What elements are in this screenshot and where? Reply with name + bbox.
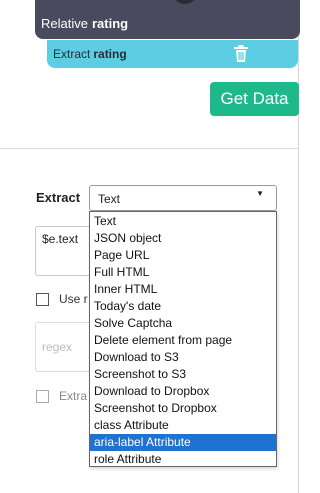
trash-icon[interactable] bbox=[233, 45, 249, 62]
extract-type-value: Text bbox=[98, 192, 121, 206]
dropdown-option[interactable]: Screenshot to Dropbox bbox=[90, 400, 276, 417]
dropdown-option[interactable]: Full HTML bbox=[90, 264, 276, 281]
panel-right-border bbox=[298, 0, 299, 493]
extract-rule-field: rating bbox=[93, 47, 127, 61]
dropdown-option[interactable]: role Attribute bbox=[90, 451, 276, 468]
relative-rule-pill[interactable]: Relative rating bbox=[35, 0, 300, 39]
relative-rule-label: Relative rating bbox=[41, 16, 128, 31]
extract-rule-label: Extract rating bbox=[53, 47, 127, 61]
extract-type-dropdown[interactable]: Text JSON object Page URL Full HTML Inne… bbox=[89, 211, 277, 467]
dropdown-option-highlighted[interactable]: aria-label Attribute bbox=[90, 434, 276, 451]
dropdown-option[interactable]: Solve Captcha bbox=[90, 315, 276, 332]
use-regex-label: Use r bbox=[59, 292, 88, 306]
extract-field-label: Extract bbox=[36, 190, 81, 205]
relative-rule-prefix: Relative bbox=[41, 16, 88, 31]
get-data-button[interactable]: Get Data bbox=[210, 82, 299, 116]
expression-value: $e.text bbox=[42, 232, 79, 246]
dropdown-option[interactable]: Today's date bbox=[90, 298, 276, 315]
extract-option-checkbox[interactable] bbox=[36, 390, 49, 403]
dropdown-option[interactable]: Inner HTML bbox=[90, 281, 276, 298]
chevron-down-icon: ▼ bbox=[256, 189, 264, 198]
dropdown-option[interactable]: Text bbox=[90, 213, 276, 230]
extract-type-select[interactable]: Text ▼ bbox=[89, 185, 277, 211]
regex-input[interactable] bbox=[36, 323, 92, 371]
use-regex-checkbox[interactable] bbox=[36, 293, 49, 306]
extract-rule-pill[interactable]: Extract rating bbox=[47, 40, 298, 68]
dropdown-option[interactable]: class Attribute bbox=[90, 417, 276, 434]
dropdown-option[interactable]: Screenshot to S3 bbox=[90, 366, 276, 383]
extract-rule-prefix: Extract bbox=[53, 47, 91, 61]
regex-field[interactable] bbox=[35, 322, 93, 372]
dropdown-option[interactable]: Download to Dropbox bbox=[90, 383, 276, 400]
dropdown-option[interactable]: Page URL bbox=[90, 247, 276, 264]
expression-textarea[interactable]: $e.text bbox=[35, 226, 93, 276]
dropdown-option[interactable]: Download to S3 bbox=[90, 349, 276, 366]
extract-option-label: Extra bbox=[59, 389, 88, 403]
dropdown-option[interactable]: JSON object bbox=[90, 230, 276, 247]
relative-rule-field: rating bbox=[91, 16, 129, 31]
connector-knob bbox=[175, 0, 195, 4]
dropdown-option[interactable]: Delete element from page bbox=[90, 332, 276, 349]
section-divider bbox=[0, 148, 298, 149]
